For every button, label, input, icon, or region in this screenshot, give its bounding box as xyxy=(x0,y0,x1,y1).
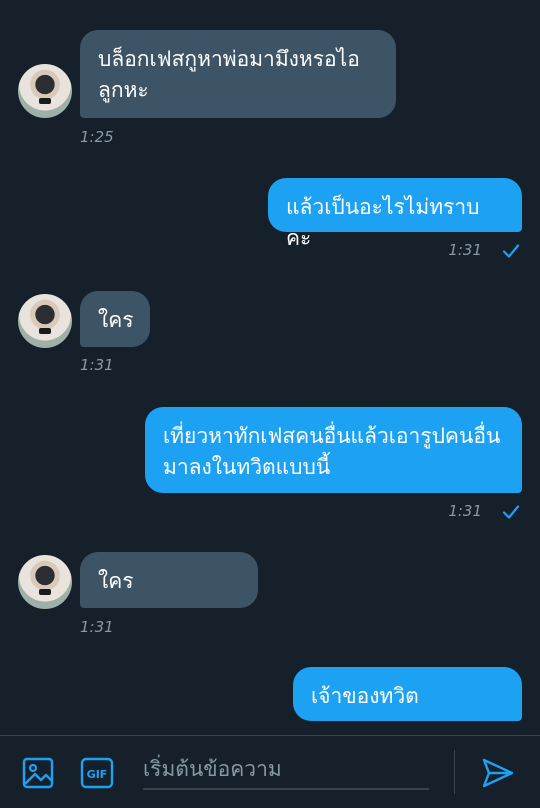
message-bubble[interactable]: ใคร xyxy=(80,291,150,347)
message-timestamp: 1:25 xyxy=(80,128,114,146)
checkmark-icon xyxy=(502,244,520,258)
gif-label: GIF xyxy=(87,768,108,781)
message-composer: GIF เริ่มต้นข้อความ xyxy=(0,735,540,808)
image-icon[interactable] xyxy=(21,756,55,790)
divider xyxy=(454,750,455,794)
message-bubble[interactable]: บล็อกเฟสกูหาพ่อมามึงหรอไอลูกหะ xyxy=(80,30,396,118)
gif-icon[interactable]: GIF xyxy=(80,756,114,790)
checkmark-icon xyxy=(502,505,520,519)
message-bubble[interactable]: เจ้าของทวิต xyxy=(293,667,522,721)
message-text: เจ้าของทวิต xyxy=(311,684,419,708)
message-text: ใคร xyxy=(98,308,134,332)
message-thread: บล็อกเฟสกูหาพ่อมามึงหรอไอลูกหะ 1:25 แล้ว… xyxy=(0,0,540,735)
message-timestamp: 1:31 xyxy=(80,356,114,374)
message-text: เที่ยวหาทักเฟสคนอื่นแล้วเอารูปคนอื่นมาลง… xyxy=(163,424,501,479)
message-text: บล็อกเฟสกูหาพ่อมามึงหรอไอลูกหะ xyxy=(98,47,360,102)
message-bubble[interactable]: ใคร xyxy=(80,552,258,608)
message-bubble[interactable]: แล้วเป็นอะไรไม่ทราบคะ xyxy=(268,178,522,250)
message-timestamp: 1:31 xyxy=(448,241,482,259)
message-timestamp: 1:31 xyxy=(80,618,114,636)
message-bubble[interactable]: เที่ยวหาทักเฟสคนอื่นแล้วเอารูปคนอื่นมาลง… xyxy=(145,407,522,493)
message-text: ใคร xyxy=(98,569,134,593)
message-input[interactable]: เริ่มต้นข้อความ xyxy=(143,752,429,790)
avatar[interactable] xyxy=(18,555,72,609)
message-timestamp: 1:31 xyxy=(448,502,482,520)
avatar[interactable] xyxy=(18,64,72,118)
send-icon[interactable] xyxy=(481,756,515,790)
avatar[interactable] xyxy=(18,294,72,348)
